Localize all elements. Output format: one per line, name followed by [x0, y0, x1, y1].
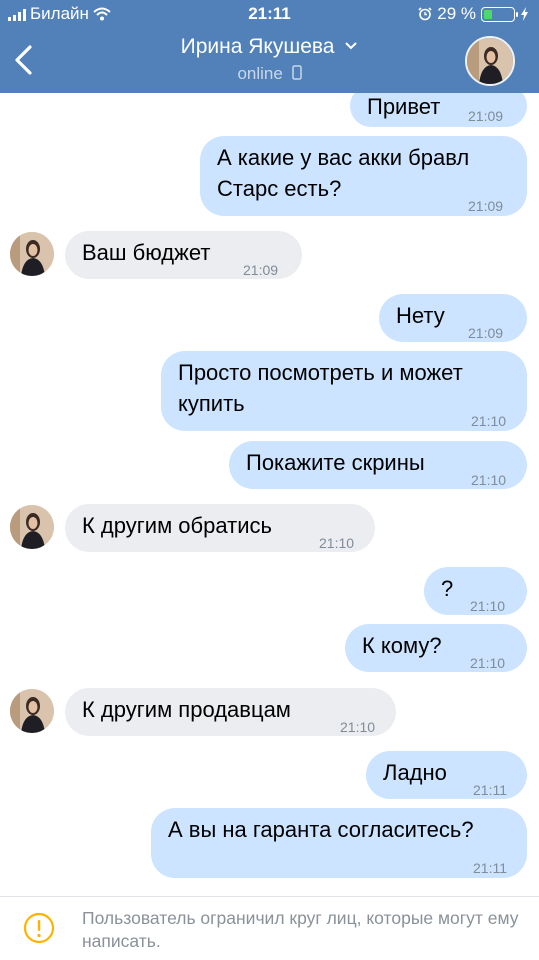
message-text: ? — [441, 576, 454, 601]
message-text: К кому? — [362, 633, 442, 658]
message-bubble[interactable]: Привет 21:09 — [350, 93, 527, 127]
message-text: Ладно — [383, 760, 447, 785]
message-bubble[interactable]: Просто посмотреть и может купить 21:10 — [161, 351, 527, 431]
message-text: К другим обратись — [82, 513, 272, 538]
message-time: 21:10 — [471, 472, 507, 488]
message-bubble[interactable]: К другим обратись 21:10 — [65, 504, 375, 552]
chat-header: Билайн 21:11 29 % Ирина Якушева online — [0, 0, 539, 93]
message-text-line: Просто посмотреть и может — [178, 360, 463, 385]
message-text-line: Старс есть? — [217, 176, 342, 201]
contact-avatar[interactable] — [465, 36, 515, 86]
message-bubble[interactable]: Ваш бюджет 21:09 — [65, 231, 302, 279]
message-text: Ваш бюджет — [82, 240, 211, 265]
message-text: Покажите скрины — [246, 450, 425, 475]
message-time: 21:09 — [468, 198, 504, 214]
online-label: online — [237, 64, 283, 83]
contact-title[interactable]: Ирина Якушева — [0, 35, 539, 59]
contact-name: Ирина Якушева — [180, 35, 335, 58]
message-text-line: А какие у вас акки бравл — [217, 145, 470, 170]
message-time: 21:10 — [471, 413, 507, 429]
message-time: 21:11 — [473, 782, 507, 798]
message-bubble[interactable]: К кому? 21:10 — [345, 624, 527, 672]
message-bubble[interactable]: Покажите скрины 21:10 — [229, 441, 527, 489]
mobile-icon — [291, 65, 302, 80]
message-time: 21:09 — [468, 325, 504, 341]
charging-icon — [521, 7, 528, 21]
sender-avatar[interactable] — [10, 689, 54, 733]
avatar-photo — [10, 232, 54, 276]
alarm-icon — [418, 7, 432, 21]
message-bubble[interactable]: А вы на гаранта согласитесь? 21:11 — [151, 808, 527, 878]
avatar-photo — [10, 689, 54, 733]
warning-icon — [23, 912, 55, 944]
message-time: 21:09 — [468, 108, 504, 124]
notice-text: Пользователь ограничил круг лиц, которые… — [82, 908, 519, 951]
message-text: А вы на гаранта согласитесь? — [168, 817, 474, 842]
message-time: 21:10 — [470, 655, 506, 671]
message-bubble[interactable]: ? 21:10 — [424, 567, 527, 615]
status-bar-right: 29 % — [418, 4, 529, 24]
message-text: К другим продавцам — [82, 697, 291, 722]
message-list[interactable]: Привет 21:09 А какие у вас акки бравл Ст… — [0, 93, 539, 896]
chevron-down-icon — [345, 42, 358, 50]
message-text-line: купить — [178, 391, 245, 416]
battery-percent: 29 % — [437, 4, 476, 23]
message-bubble[interactable]: Ладно 21:11 — [366, 751, 527, 799]
message-text: Нету — [396, 303, 445, 328]
battery-icon — [481, 6, 518, 22]
message-time: 21:09 — [243, 262, 279, 278]
message-bubble[interactable]: Нету 21:09 — [379, 294, 527, 342]
restriction-notice: Пользователь ограничил круг лиц, которые… — [0, 896, 539, 960]
sender-avatar[interactable] — [10, 505, 54, 549]
message-bubble[interactable]: К другим продавцам 21:10 — [65, 688, 396, 736]
sender-avatar[interactable] — [10, 232, 54, 276]
message-time: 21:10 — [340, 719, 376, 735]
contact-status: online — [0, 64, 539, 84]
message-time: 21:11 — [473, 860, 507, 876]
avatar-photo — [10, 505, 54, 549]
message-text: Привет — [367, 94, 441, 119]
avatar-photo — [467, 38, 513, 84]
message-time: 21:10 — [319, 535, 355, 551]
message-bubble[interactable]: А какие у вас акки бравл Старс есть? 21:… — [200, 136, 527, 216]
message-time: 21:10 — [470, 598, 506, 614]
